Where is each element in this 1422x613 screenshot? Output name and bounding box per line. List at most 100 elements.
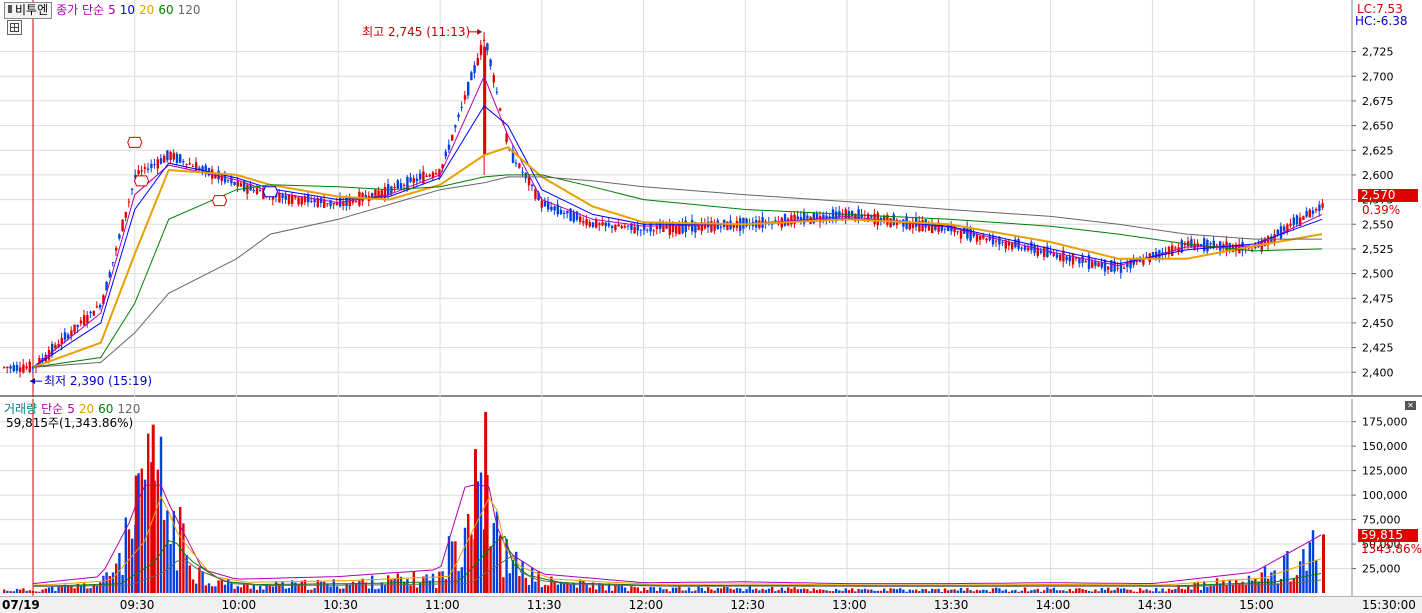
volume-bar [460,567,463,593]
volume-bar [812,588,815,593]
volume-bar [828,590,831,593]
volume-bar [870,589,873,593]
volume-bar [847,590,851,593]
candle-body [633,226,636,234]
volume-bar [211,586,214,593]
candle-body [127,201,131,203]
candle-body [934,225,937,230]
volume-bar [991,588,995,593]
volume-bar [924,589,927,593]
price-tick-label: 2,525 [1362,243,1394,256]
volume-bar [543,584,547,593]
candle-body [1203,238,1206,252]
volume-bar [1155,587,1158,593]
volume-bar [201,571,204,593]
candle-body [95,306,99,308]
candle-body [521,171,524,173]
volume-bar [908,589,911,593]
candle-body [412,178,415,183]
date-label: 07/19 [2,598,40,612]
volume-bar [1251,580,1254,593]
volume-bar [703,591,707,593]
close-icon[interactable]: ✕ [1405,401,1416,410]
price-legend: 비투엔 종가 단순 5 10 20 60 120 [4,2,201,19]
candle-body [1318,204,1321,211]
candle-body [383,187,387,198]
candle-body [553,206,556,211]
candle-body [943,228,947,230]
candle-body [495,91,499,93]
candle-body [1305,211,1308,217]
volume-spike-bar [134,475,138,593]
volume-bar [284,588,287,593]
volume-bar [22,588,25,593]
volume-bar [547,585,550,593]
volume-bar [985,590,988,593]
volume-bar [1171,589,1174,593]
candle-body [89,311,92,314]
volume-panel: 25,000 50,000 75,000 100,000 125,000 150,000 1… [0,399,1422,596]
candle-body [1011,243,1014,250]
candle-body [585,219,588,226]
candle-body [111,262,115,264]
volume-bar [691,591,694,593]
stock-chart-window: 2,4002,4252,4502,4752,5002,5252,5502,575… [0,0,1422,613]
volume-bar [697,586,700,593]
current-price-badge: 2,570 [1358,189,1418,202]
candle-body [137,170,140,174]
volume-bar [764,589,767,593]
volume-bar [943,588,947,593]
volume-bar [825,590,828,593]
volume-bar [726,587,729,593]
candle-body [550,206,553,211]
volume-bar [143,479,147,593]
candle-body [1116,267,1119,269]
candle-body [284,195,287,200]
volume-bar [1107,587,1110,593]
volume-bar [12,591,15,593]
candle-body [636,225,639,231]
volume-bar [1206,587,1209,593]
volume-bar [1292,578,1295,593]
volume-bar [777,589,780,593]
volume-bar [1046,587,1049,593]
volume-bar [1065,591,1068,593]
volume-bar [467,514,470,593]
ticker-button[interactable]: 비투엔 [4,2,53,19]
volume-bar [1219,583,1222,593]
candle-body [662,226,665,233]
volume-bar [236,586,239,593]
volume-bar [1123,588,1126,593]
volume-bar [787,587,790,593]
ma-line-60 [32,174,1323,368]
volume-bar [627,591,630,593]
candle-body [227,179,230,181]
signal-marker [127,136,143,148]
candle-body [1094,261,1097,266]
candle-body [185,163,188,165]
volume-bar [838,590,841,593]
candle-body [342,202,345,207]
candle-body [435,172,438,175]
candle-body [236,181,239,187]
candle-body [470,72,473,81]
volume-bar [361,578,364,593]
volume-bar [707,587,710,593]
candle-body [332,202,335,205]
volume-bar [406,579,409,593]
candle-body [51,344,54,356]
volume-bar [415,587,419,593]
candle-body [1279,226,1283,239]
volume-bar [886,591,889,593]
volume-bar [335,586,339,593]
candle-body [121,219,124,232]
candle-body [191,166,195,168]
volume-bar [230,583,233,593]
ma-line-20 [32,146,1323,369]
volume-bar [47,587,51,593]
volume-bar [1263,566,1267,593]
grid-icon[interactable] [7,20,22,35]
candle-body [1308,209,1311,218]
volume-bar [159,436,163,593]
candle-body [399,183,403,189]
